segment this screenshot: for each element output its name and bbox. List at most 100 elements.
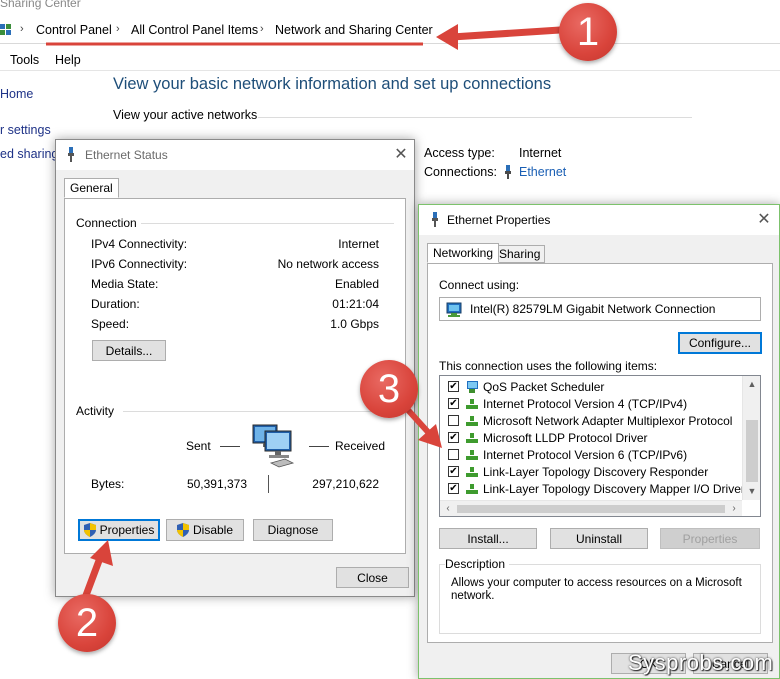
duration-label: Duration: xyxy=(91,297,140,311)
list-item[interactable]: ✔ QoS Packet Scheduler xyxy=(440,378,742,395)
protocol-icon xyxy=(466,415,478,426)
properties-button[interactable]: Properties xyxy=(78,519,160,541)
item-label: Internet Protocol Version 4 (TCP/IPv4) xyxy=(483,396,688,411)
scroll-right-icon[interactable]: › xyxy=(726,503,742,514)
item-checkbox-checked[interactable]: ✔ xyxy=(448,466,459,477)
close-button[interactable]: Close xyxy=(336,567,409,588)
item-checkbox[interactable] xyxy=(448,449,459,460)
properties-button-label: Properties xyxy=(99,523,155,537)
ethernet-plug-icon xyxy=(432,212,438,227)
list-item[interactable]: Internet Protocol Version 6 (TCP/IPv6) xyxy=(440,446,742,463)
ipv6-connectivity-label: IPv6 Connectivity: xyxy=(91,257,188,271)
disable-button-label: Disable xyxy=(192,523,234,537)
description-group-label: Description xyxy=(445,557,510,571)
media-state-value: Enabled xyxy=(334,277,379,291)
item-checkbox-checked[interactable]: ✔ xyxy=(448,398,459,409)
item-checkbox-checked[interactable]: ✔ xyxy=(448,483,459,494)
disable-button[interactable]: Disable xyxy=(166,519,244,541)
media-state-label: Media State: xyxy=(91,277,159,291)
divider xyxy=(220,446,240,447)
install-button[interactable]: Install... xyxy=(439,528,537,549)
ipv6-connectivity-value: No network access xyxy=(277,257,379,271)
sidebar-link-home[interactable]: Home xyxy=(0,87,33,101)
dialog-titlebar: Ethernet Status ✕ xyxy=(56,140,414,170)
item-properties-button[interactable]: Properties xyxy=(660,528,760,549)
bytes-label: Bytes: xyxy=(91,477,125,491)
horizontal-scrollbar[interactable]: ‹ › xyxy=(440,500,742,516)
uninstall-button[interactable]: Uninstall xyxy=(550,528,648,549)
window-title: Sharing Center xyxy=(0,0,81,10)
protocol-icon xyxy=(466,483,478,494)
item-checkbox[interactable] xyxy=(448,415,459,426)
divider xyxy=(258,117,692,118)
connections-label: Connections: xyxy=(424,165,497,179)
scroll-thumb[interactable] xyxy=(457,505,725,513)
menu-tools[interactable]: Tools xyxy=(10,53,39,67)
item-label: Internet Protocol Version 6 (TCP/IPv6) xyxy=(483,447,688,462)
ethernet-connection-link[interactable]: Ethernet xyxy=(519,165,566,179)
close-icon[interactable]: ✕ xyxy=(753,209,775,229)
address-bar[interactable]: › Control Panel › All Control Panel Item… xyxy=(0,18,780,44)
active-networks-label: View your active networks xyxy=(113,108,258,122)
scroll-left-icon[interactable]: ‹ xyxy=(440,503,456,514)
item-label: QoS Packet Scheduler xyxy=(483,379,605,394)
connect-using-label: Connect using: xyxy=(439,278,520,292)
vertical-scrollbar[interactable]: ▲ ▼ xyxy=(742,376,760,500)
speed-value: 1.0 Gbps xyxy=(330,317,379,331)
divider xyxy=(139,223,394,224)
diagnose-button[interactable]: Diagnose xyxy=(253,519,333,541)
scroll-thumb[interactable] xyxy=(746,420,758,482)
watermark: Sysprobs.com xyxy=(628,650,774,675)
step-1-badge: 1 xyxy=(559,3,617,61)
scroll-down-icon[interactable]: ▼ xyxy=(744,486,760,496)
dialog-titlebar: Ethernet Properties ✕ xyxy=(419,205,779,235)
access-type-label: Access type: xyxy=(424,146,495,160)
sidebar-link-advanced-sharing[interactable]: ed sharing xyxy=(0,147,58,161)
divider xyxy=(309,446,329,447)
list-item[interactable]: ✔ Internet Protocol Version 4 (TCP/IPv4) xyxy=(440,395,742,412)
general-panel: Connection IPv4 Connectivity: Internet I… xyxy=(64,198,406,554)
connection-group-label: Connection xyxy=(76,216,141,230)
tab-sharing[interactable]: Sharing xyxy=(494,245,546,263)
adapter-box: Intel(R) 82579LM Gigabit Network Connect… xyxy=(439,297,761,321)
item-checkbox-checked[interactable]: ✔ xyxy=(448,381,459,392)
items-list-rows: ✔ QoS Packet Scheduler ✔ Internet Protoc… xyxy=(440,376,742,500)
received-label: Received xyxy=(335,439,386,453)
shield-icon xyxy=(83,523,96,537)
network-adapter-icon xyxy=(446,302,462,317)
items-label: This connection uses the following items… xyxy=(439,359,658,373)
breadcrumb-all-items[interactable]: All Control Panel Items xyxy=(131,23,258,37)
networking-panel: Connect using: Intel(R) 82579LM Gigabit … xyxy=(427,263,773,643)
menu-help[interactable]: Help xyxy=(55,53,81,67)
shield-icon xyxy=(176,523,189,537)
scroll-up-icon[interactable]: ▲ xyxy=(744,379,760,389)
step-3-badge: 3 xyxy=(360,360,418,418)
activity-group-label: Activity xyxy=(76,404,119,418)
sent-label: Sent xyxy=(186,439,211,453)
item-checkbox-checked[interactable]: ✔ xyxy=(448,432,459,443)
sidebar-link-adapter-settings[interactable]: r settings xyxy=(0,123,51,137)
qos-scheduler-icon xyxy=(467,380,478,393)
breadcrumb-network-sharing[interactable]: Network and Sharing Center xyxy=(275,23,433,37)
list-item[interactable]: ✔ Link-Layer Topology Discovery Mapper I… xyxy=(440,480,742,497)
ethernet-properties-dialog: Ethernet Properties ✕ Networking Sharing… xyxy=(418,204,780,679)
chevron-right-icon: › xyxy=(116,23,120,35)
ethernet-status-dialog: Ethernet Status ✕ General Connection IPv… xyxy=(55,139,415,597)
access-type-value: Internet xyxy=(519,146,562,160)
details-button[interactable]: Details... xyxy=(92,340,166,361)
item-label: Microsoft LLDP Protocol Driver xyxy=(483,430,648,445)
network-computers-icon xyxy=(252,424,295,468)
close-icon[interactable]: ✕ xyxy=(390,144,412,164)
breadcrumb-control-panel[interactable]: Control Panel xyxy=(36,23,112,37)
list-item[interactable]: Microsoft Network Adapter Multiplexor Pr… xyxy=(440,412,742,429)
list-item[interactable]: ✔ Link-Layer Topology Discovery Responde… xyxy=(440,463,742,480)
tab-general[interactable]: General xyxy=(64,178,119,198)
list-item[interactable]: ✔ Microsoft LLDP Protocol Driver xyxy=(440,429,742,446)
protocol-icon xyxy=(466,432,478,443)
items-list[interactable]: ✔ QoS Packet Scheduler ✔ Internet Protoc… xyxy=(439,375,761,517)
dialog-title: Ethernet Status xyxy=(85,148,168,162)
configure-button[interactable]: Configure... xyxy=(678,332,762,354)
description-text: Allows your computer to access resources… xyxy=(451,577,742,602)
tab-networking[interactable]: Networking xyxy=(427,243,500,263)
bytes-sent-value: 50,391,373 xyxy=(186,477,247,491)
